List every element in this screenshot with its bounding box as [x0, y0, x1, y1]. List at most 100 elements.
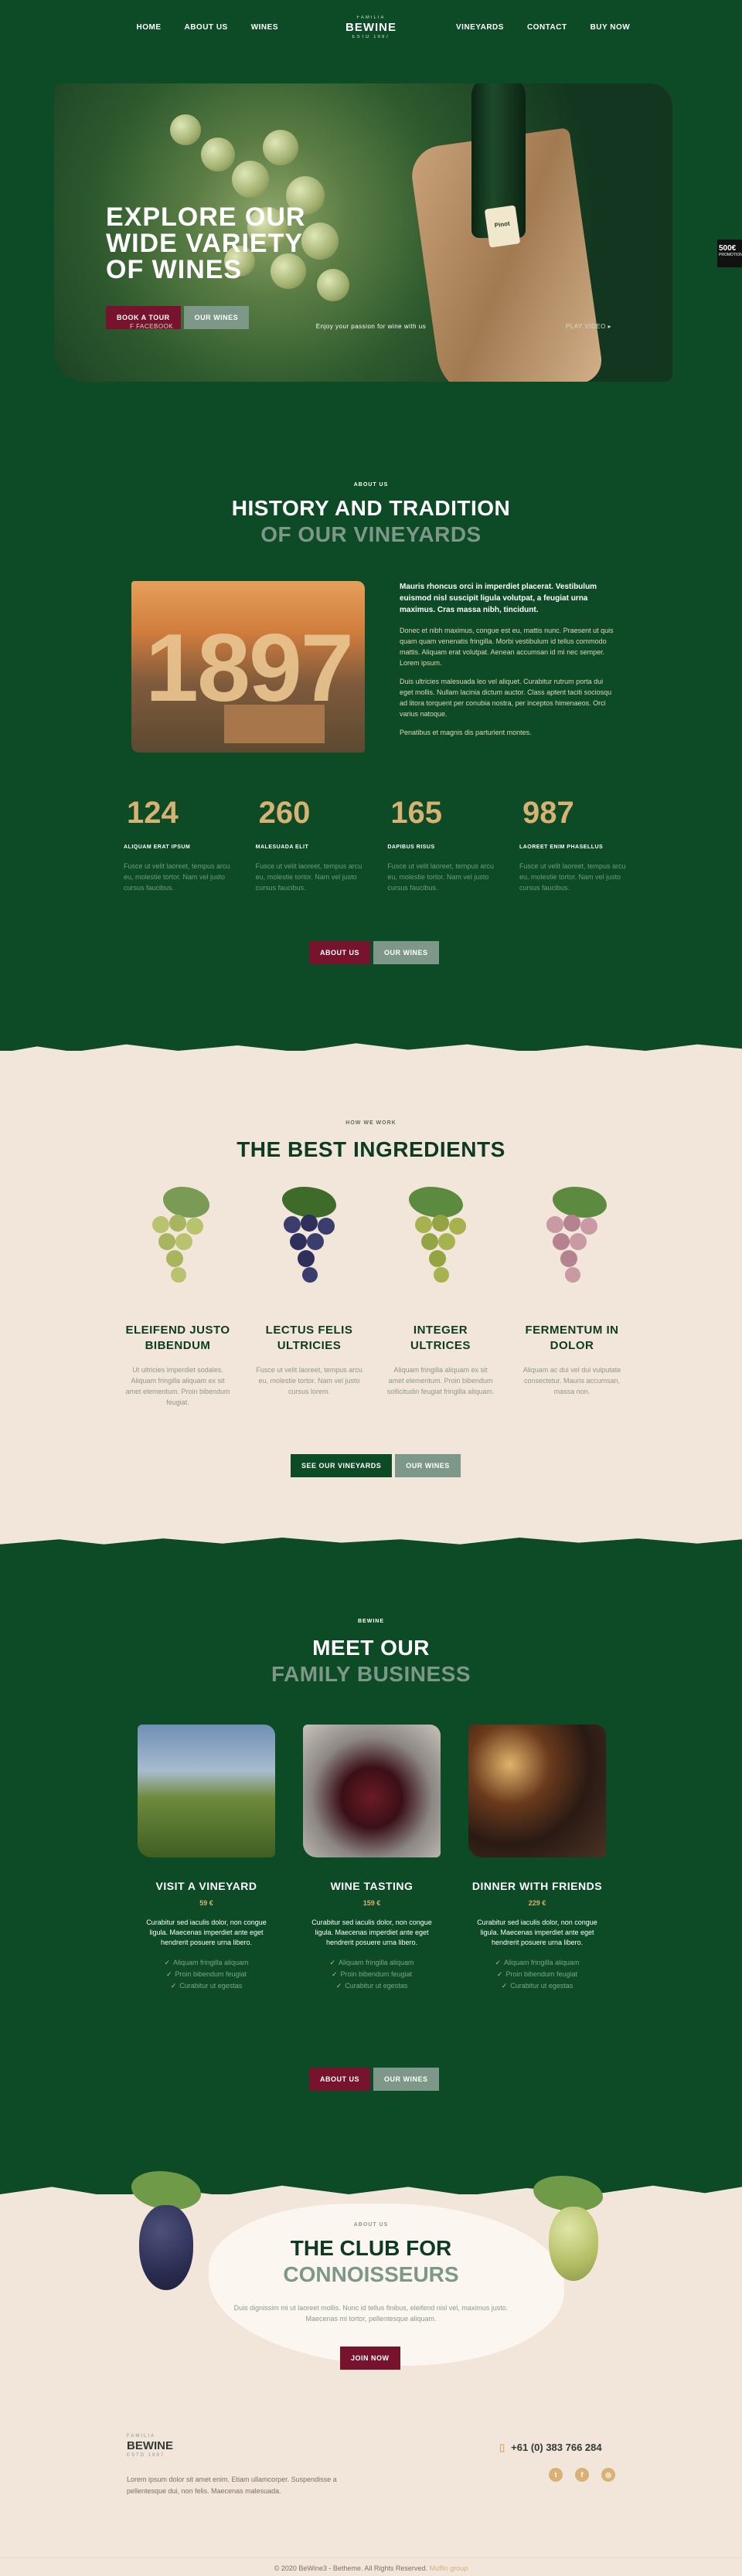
ingredient-desc: Aliquam fringilla aliquam ex sit amet el… — [386, 1366, 495, 1395]
history-image: 1897 — [131, 581, 365, 753]
ingredients-row: ELEIFEND JUSTO BIBENDUM Ut ultricies imp… — [124, 1187, 626, 1408]
check-icon: ✓ — [170, 1982, 177, 1990]
play-video-link[interactable]: PLAY VIDEO ▸ — [566, 323, 611, 330]
check-icon: ✓ — [331, 1970, 338, 1978]
feature-item: ✓ Aliquam fringilla aliquam — [329, 1959, 414, 1966]
grape-shape — [263, 130, 298, 165]
offer-card: WINE TASTING 159 € Curabitur sed iaculis… — [303, 1725, 441, 1992]
wine-tasting-image — [303, 1725, 441, 1857]
year-number: 1897 — [145, 615, 354, 722]
footer-text: Lorem ipsum dolor sit amet enim. Etiam u… — [127, 2476, 337, 2495]
grape-shape — [170, 114, 201, 145]
offer-price: 59 € — [199, 1899, 213, 1907]
history-heading: ABOUT US HISTORY AND TRADITION OF OUR VI… — [0, 482, 742, 548]
logo-pre: FAMILIA — [356, 15, 386, 20]
nav-contact[interactable]: CONTACT — [527, 23, 567, 32]
grape-bunch-icon — [135, 1187, 220, 1310]
stat-desc: Fusce ut velit laoreet, tempus arcu eu, … — [255, 862, 362, 892]
stat-label: ALIQUAM ERAT IPSUM — [124, 845, 191, 850]
dinner-image — [468, 1725, 606, 1857]
family-title: MEET OUR — [312, 1636, 430, 1660]
stat-desc: Fusce ut velit laoreet, tempus arcu eu, … — [124, 862, 230, 892]
grape-bunch-icon — [398, 1187, 483, 1310]
feature-item: ✓ Curabitur ut egestas — [335, 1982, 408, 1990]
grape-shape — [232, 161, 269, 198]
grape-shape — [201, 138, 235, 172]
stat-number: 165 — [390, 796, 443, 830]
our-wines-button[interactable]: OUR WINES — [373, 941, 439, 964]
feature-item: ✓ Proin bibendum feugiat — [331, 1970, 413, 1978]
footer-phone[interactable]: ▯ +61 (0) 383 766 284 — [499, 2442, 602, 2454]
offer-title: WINE TASTING — [330, 1880, 414, 1892]
nav-right: VINEYARDS CONTACT BUY NOW — [456, 23, 630, 32]
club-eyebrow: ABOUT US — [353, 2222, 389, 2228]
ingredient-card: LECTUS FELIS ULTRICIES Fusce ut velit la… — [255, 1187, 363, 1408]
grape-shape — [317, 269, 349, 301]
torn-edge — [0, 1043, 742, 1062]
stat-item: 165 DAPIBUS RISUS Fusce ut velit laoreet… — [387, 796, 494, 893]
family-cards: VISIT A VINEYARD 59 € Curabitur sed iacu… — [138, 1725, 606, 1992]
ingredient-card: FERMENTUM IN DOLOR Aliquam ac dui vel du… — [518, 1187, 626, 1408]
logo-name: BEWINE — [345, 20, 397, 34]
stat-label: MALESUADA ELIT — [255, 845, 309, 850]
twitter-icon[interactable]: t — [549, 2468, 563, 2482]
promo-badge[interactable]: 500€ PROMOTION — [717, 240, 742, 267]
ingredient-desc: Ut ultricies imperdiet sodales. Aliquam … — [125, 1366, 230, 1406]
club-section: ABOUT US THE CLUB FOR CONNOISSEURS Duis … — [0, 2171, 742, 2403]
offer-card: DINNER WITH FRIENDS 229 € Curabitur sed … — [468, 1725, 606, 1992]
see-vineyards-button[interactable]: SEE OUR VINEYARDS — [291, 1454, 393, 1477]
history-text: Mauris rhoncus orci in imperdiet placera… — [400, 581, 616, 746]
site-logo[interactable]: FAMILIA BEWINE ESTD 1997 — [345, 15, 397, 39]
offer-price: 229 € — [528, 1899, 546, 1907]
our-wines-button[interactable]: OUR WINES — [373, 2068, 439, 2091]
offer-features: ✓ Aliquam fringilla aliquam ✓ Proin bibend… — [138, 1957, 275, 1992]
bottle-label: Pinot — [484, 205, 521, 248]
nav-wines[interactable]: WINES — [251, 23, 278, 32]
social-links: t f ◎ — [549, 2468, 615, 2482]
copyright-link[interactable]: Muffin group — [429, 2564, 468, 2572]
join-now-button[interactable]: JOIN NOW — [340, 2347, 400, 2370]
about-us-button[interactable]: ABOUT US — [309, 941, 370, 964]
facebook-icon[interactable]: f — [575, 2468, 589, 2482]
logo-post: ESTD 1997 — [352, 34, 390, 39]
family-section: BEWINE MEET OUR FAMILY BUSINESS VISIT A … — [0, 1538, 742, 2210]
nav-about[interactable]: ABOUT US — [184, 23, 227, 32]
stat-desc: Fusce ut velit laoreet, tempus arcu eu, … — [519, 862, 626, 892]
ingredient-desc: Fusce ut velit laoreet, tempus arcu eu, … — [256, 1366, 362, 1395]
nav-home[interactable]: HOME — [136, 23, 161, 32]
check-icon: ✓ — [165, 1970, 172, 1978]
site-header: HOME ABOUT US WINES FAMILIA BEWINE ESTD … — [0, 0, 742, 54]
club-subtitle: CONNOISSEURS — [283, 2262, 459, 2286]
promo-badge-number: 500€ — [719, 244, 737, 253]
footer-logo[interactable]: FAMILIA BEWINE ESTD 1997 — [127, 2434, 173, 2458]
feature-item: ✓ Aliquam fringilla aliquam — [495, 1959, 580, 1966]
ingredient-title: LECTUS FELIS ULTRICIES — [265, 1324, 353, 1352]
history-eyebrow: ABOUT US — [353, 482, 389, 488]
ingredients-title: THE BEST INGREDIENTS — [237, 1137, 505, 1161]
history-paragraph: Donec et nibh maximus, congue est eu, ma… — [400, 627, 614, 667]
stat-label: DAPIBUS RISUS — [387, 845, 435, 850]
our-wines-button[interactable]: OUR WINES — [395, 1454, 461, 1477]
offer-desc: Curabitur sed iaculis dolor, non congue … — [146, 1918, 267, 1946]
offer-desc: Curabitur sed iaculis dolor, non congue … — [477, 1918, 597, 1946]
about-us-button[interactable]: ABOUT US — [309, 2068, 370, 2091]
history-subtitle: OF OUR VINEYARDS — [260, 522, 482, 546]
stat-item: 987 LAOREET ENIM PHASELLUS Fusce ut veli… — [519, 796, 626, 893]
hero-section: Pinot EXPLORE OUR WIDE VARIETY OF WINES … — [0, 54, 742, 394]
offer-title: DINNER WITH FRIENDS — [471, 1880, 603, 1892]
promo-badge-text: PROMOTION — [719, 253, 742, 257]
feature-item: ✓ Proin bibendum feugiat — [496, 1970, 578, 1978]
history-buttons: ABOUT US OUR WINES — [309, 941, 439, 964]
family-eyebrow: BEWINE — [358, 1619, 384, 1624]
check-icon: ✓ — [329, 1959, 335, 1966]
nav-buy-now[interactable]: BUY NOW — [591, 23, 631, 32]
ingredient-title: ELEIFEND JUSTO BIBENDUM — [125, 1324, 230, 1352]
offer-features: ✓ Aliquam fringilla aliquam ✓ Proin bibend… — [468, 1957, 606, 1992]
ingredient-title: INTEGER ULTRICES — [410, 1324, 471, 1352]
nav-vineyards[interactable]: VINEYARDS — [456, 23, 504, 32]
nav-left: HOME ABOUT US WINES — [136, 23, 278, 32]
dribbble-icon[interactable]: ◎ — [601, 2468, 615, 2482]
history-section: F FACEBOOK Enjoy your passion for wine w… — [0, 323, 742, 1545]
copyright: © 2020 BeWine3 - Betheme. All Rights Res… — [0, 2557, 742, 2576]
check-icon: ✓ — [496, 1970, 503, 1978]
